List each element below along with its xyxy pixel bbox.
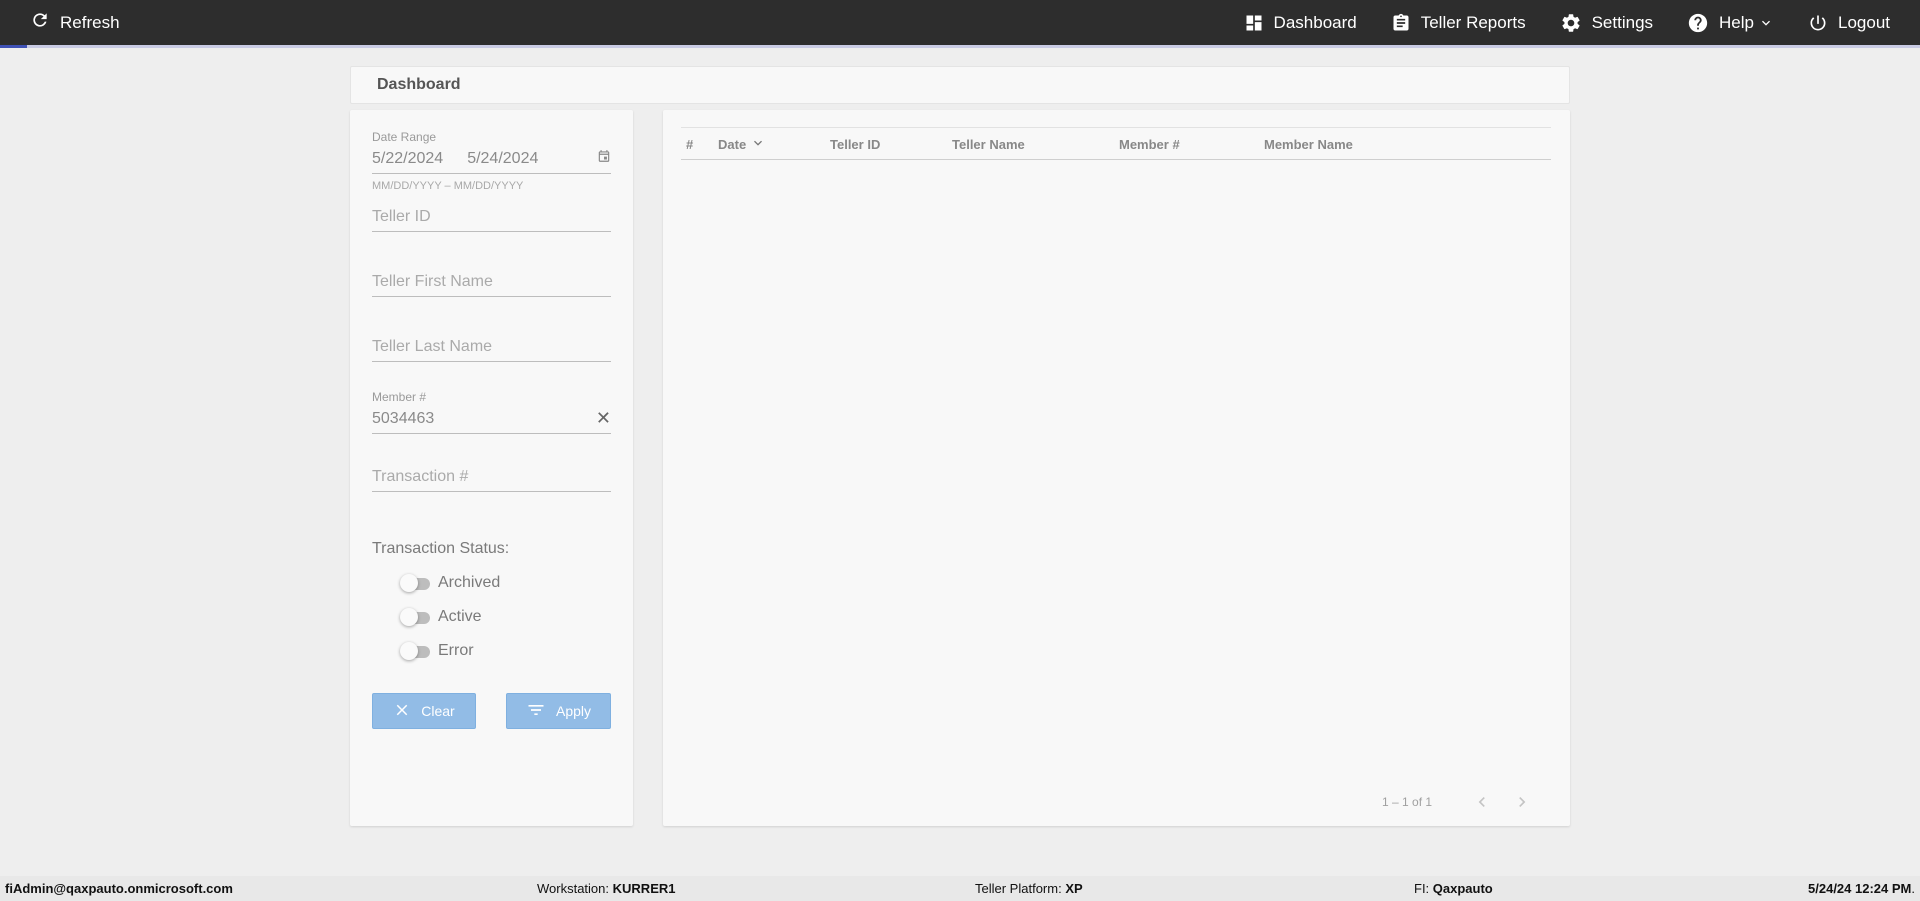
footer-platform-label: Teller Platform: bbox=[975, 881, 1062, 896]
dashboard-icon bbox=[1244, 13, 1264, 33]
column-header-teller-name[interactable]: Teller Name bbox=[952, 128, 1025, 160]
transaction-number-field[interactable]: Transaction # bbox=[372, 462, 611, 492]
teller-id-field[interactable]: Teller ID bbox=[372, 202, 611, 232]
column-header-teller-name-label: Teller Name bbox=[952, 136, 1025, 152]
active-toggle-switch[interactable] bbox=[400, 608, 430, 626]
nav-dashboard-label: Dashboard bbox=[1273, 12, 1357, 32]
teller-first-name-input[interactable]: Teller First Name bbox=[372, 273, 493, 291]
transaction-status-title: Transaction Status: bbox=[372, 540, 510, 557]
archived-toggle-label: Archived bbox=[438, 574, 501, 591]
teller-id-input[interactable]: Teller ID bbox=[372, 208, 431, 226]
status-toggle-active[interactable]: Active bbox=[400, 608, 482, 626]
power-icon bbox=[1808, 13, 1828, 33]
clear-member-number-icon[interactable]: ✕ bbox=[596, 408, 611, 429]
footer-fi: FI: Qaxpauto bbox=[1414, 881, 1493, 896]
footer-datetime: 5/24/24 12:24 PM. bbox=[1808, 881, 1915, 896]
paginator-range-label: 1 – 1 of 1 bbox=[1382, 795, 1433, 809]
top-nav-bar: Refresh Dashboard Teller Reports Setting… bbox=[0, 0, 1920, 45]
previous-page-button[interactable] bbox=[1470, 790, 1494, 814]
refresh-icon bbox=[30, 10, 50, 35]
footer-workstation-label: Workstation: bbox=[537, 881, 610, 896]
status-toggle-error[interactable]: Error bbox=[400, 642, 474, 660]
footer-datetime-value: 5/24/24 12:24 PM bbox=[1808, 881, 1912, 896]
clear-button-label: Clear bbox=[421, 703, 455, 719]
column-header-member-name-label: Member Name bbox=[1264, 136, 1353, 152]
footer-datetime-suffix: . bbox=[1911, 881, 1915, 896]
table-header-row: # Date Teller ID Teller Name Member # Me… bbox=[681, 127, 1551, 160]
refresh-label: Refresh bbox=[60, 12, 120, 32]
main-nav: Dashboard Teller Reports Settings Help L… bbox=[1244, 0, 1890, 45]
date-range-hint: MM/DD/YYYY – MM/DD/YYYY bbox=[372, 180, 524, 192]
footer-user: fiAdmin@qaxpauto.onmicrosoft.com bbox=[5, 881, 233, 896]
column-header-number-label: # bbox=[686, 136, 694, 152]
calendar-icon[interactable] bbox=[597, 149, 611, 168]
footer-fi-value: Qaxpauto bbox=[1432, 881, 1493, 896]
nav-logout-label: Logout bbox=[1838, 12, 1890, 32]
help-icon bbox=[1687, 12, 1709, 34]
next-page-button[interactable] bbox=[1510, 790, 1534, 814]
sort-descending-icon bbox=[750, 135, 766, 154]
column-header-member-name[interactable]: Member Name bbox=[1264, 128, 1353, 160]
apply-button[interactable]: Apply bbox=[506, 693, 611, 729]
member-number-label: Member # bbox=[372, 390, 427, 404]
column-header-teller-id[interactable]: Teller ID bbox=[830, 128, 880, 160]
footer-workstation-value: KURRER1 bbox=[612, 881, 676, 896]
footer-platform-value: XP bbox=[1065, 881, 1083, 896]
date-range-label: Date Range bbox=[372, 130, 437, 144]
nav-help-label: Help bbox=[1719, 12, 1754, 32]
date-range-field[interactable]: Date Range 5/22/2024 5/24/2024 MM/DD/YYY… bbox=[372, 130, 611, 192]
nav-help[interactable]: Help bbox=[1687, 12, 1774, 34]
nav-teller-reports-label: Teller Reports bbox=[1420, 12, 1526, 32]
loading-progress-bar bbox=[0, 45, 1920, 48]
refresh-button[interactable]: Refresh bbox=[30, 0, 120, 45]
footer-platform: Teller Platform: XP bbox=[975, 881, 1083, 896]
error-toggle-label: Error bbox=[438, 642, 474, 659]
footer-fi-label: FI: bbox=[1414, 881, 1430, 896]
loading-progress-fill bbox=[0, 45, 27, 48]
nav-dashboard[interactable]: Dashboard bbox=[1244, 13, 1357, 33]
column-header-date[interactable]: Date bbox=[718, 128, 766, 160]
column-header-member-number-label: Member # bbox=[1119, 136, 1180, 152]
footer-user-value: fiAdmin@qaxpauto.onmicrosoft.com bbox=[5, 881, 233, 896]
filter-panel: Date Range 5/22/2024 5/24/2024 MM/DD/YYY… bbox=[350, 110, 633, 826]
footer-workstation: Workstation: KURRER1 bbox=[537, 881, 675, 896]
column-header-number[interactable]: # bbox=[686, 128, 693, 160]
apply-button-label: Apply bbox=[555, 703, 592, 719]
nav-teller-reports[interactable]: Teller Reports bbox=[1391, 13, 1526, 33]
chevron-left-icon bbox=[1478, 797, 1485, 807]
chevron-right-icon bbox=[1519, 797, 1526, 807]
active-toggle-label: Active bbox=[438, 608, 482, 625]
results-table-panel: # Date Teller ID Teller Name Member # Me… bbox=[663, 110, 1570, 826]
nav-settings[interactable]: Settings bbox=[1560, 12, 1653, 34]
transaction-number-input[interactable]: Transaction # bbox=[372, 468, 468, 486]
close-icon bbox=[393, 701, 411, 722]
page-title-text: Dashboard bbox=[377, 76, 461, 93]
teller-first-name-field[interactable]: Teller First Name bbox=[372, 267, 611, 297]
nav-settings-label: Settings bbox=[1591, 12, 1654, 32]
status-footer: fiAdmin@qaxpauto.onmicrosoft.com Worksta… bbox=[0, 876, 1920, 901]
nav-logout[interactable]: Logout bbox=[1808, 13, 1890, 33]
gear-icon bbox=[1560, 12, 1582, 34]
error-toggle-switch[interactable] bbox=[400, 642, 430, 660]
teller-last-name-field[interactable]: Teller Last Name bbox=[372, 332, 611, 362]
teller-last-name-input[interactable]: Teller Last Name bbox=[372, 338, 492, 356]
date-range-end[interactable]: 5/24/2024 bbox=[467, 150, 538, 168]
page-title: Dashboard bbox=[350, 66, 1570, 104]
column-header-teller-id-label: Teller ID bbox=[830, 136, 881, 152]
date-range-start[interactable]: 5/22/2024 bbox=[372, 150, 443, 168]
status-toggle-archived[interactable]: Archived bbox=[400, 574, 500, 592]
archived-toggle-switch[interactable] bbox=[400, 574, 430, 592]
chevron-down-icon bbox=[1758, 15, 1774, 31]
column-header-date-label: Date bbox=[718, 136, 747, 152]
column-header-member-number[interactable]: Member # bbox=[1119, 128, 1180, 160]
member-number-input[interactable]: 5034463 bbox=[372, 410, 434, 428]
filter-icon bbox=[526, 700, 546, 723]
clipboard-icon bbox=[1391, 13, 1411, 33]
paginator: 1 – 1 of 1 bbox=[663, 786, 1570, 816]
member-number-field[interactable]: Member # 5034463 ✕ bbox=[372, 390, 611, 434]
clear-button[interactable]: Clear bbox=[372, 693, 476, 729]
